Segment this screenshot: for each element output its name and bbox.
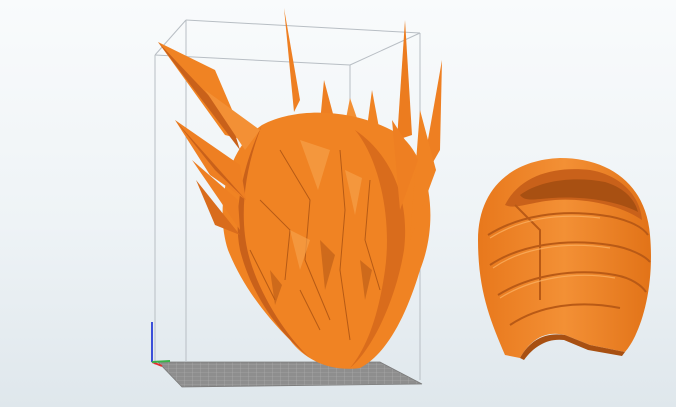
3d-viewport[interactable] <box>0 0 676 407</box>
build-plate <box>157 361 423 388</box>
helmet-shell[interactable] <box>478 158 651 360</box>
scene-canvas[interactable] <box>0 0 676 407</box>
